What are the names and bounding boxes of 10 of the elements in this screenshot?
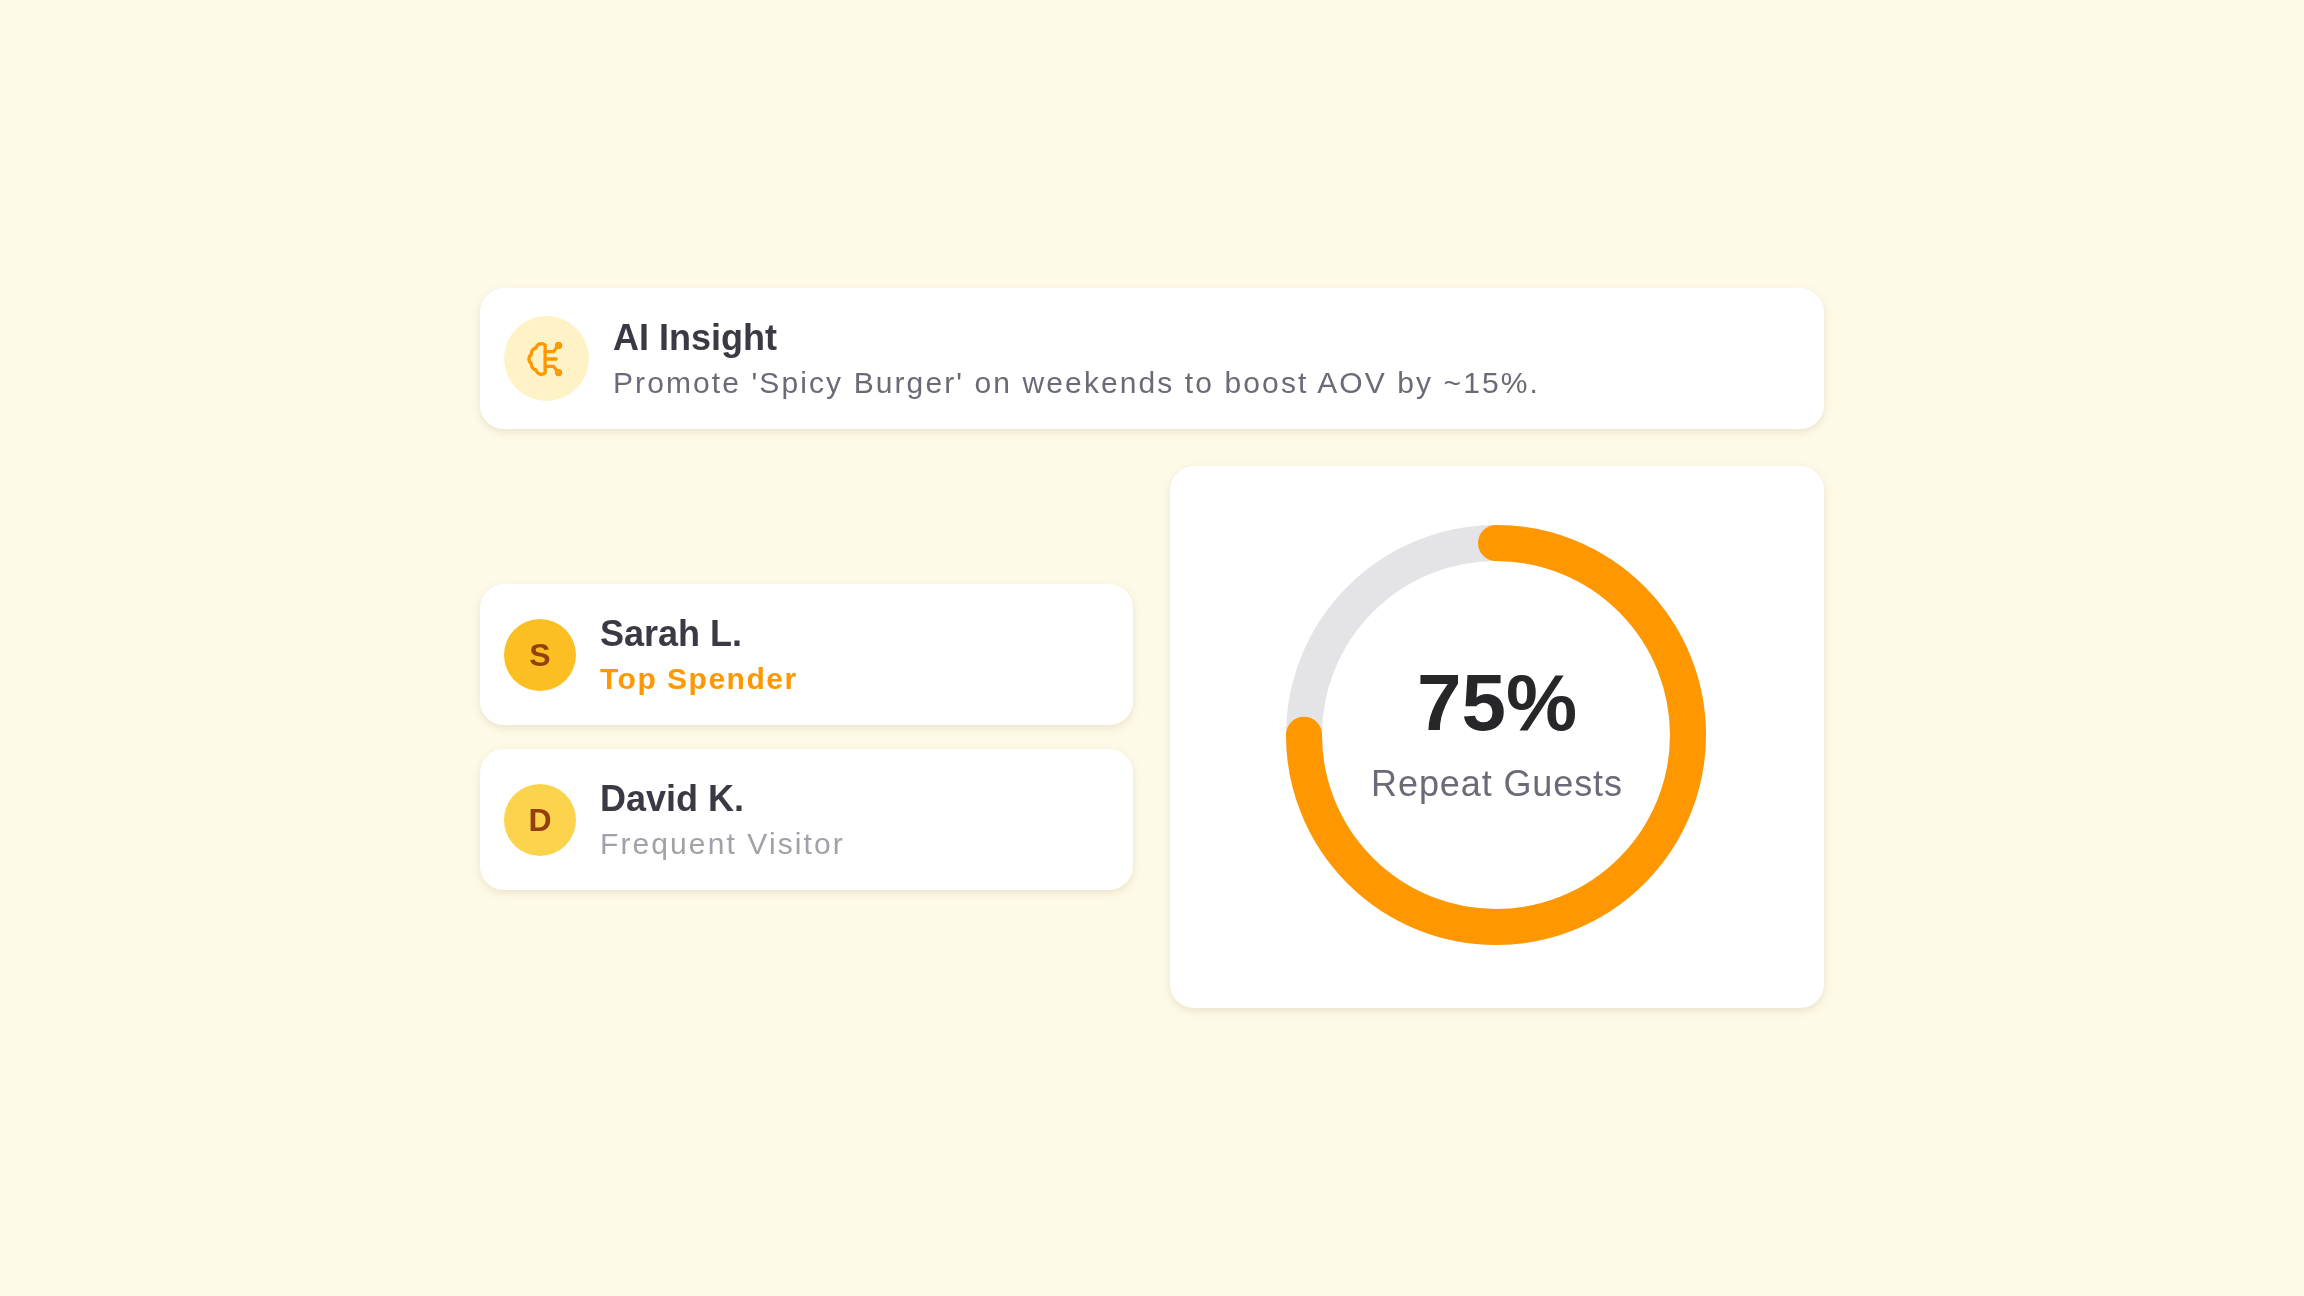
customer-name: David K. <box>600 777 746 822</box>
avatar: D <box>504 783 576 856</box>
customer-tag: Top Spender <box>600 660 798 698</box>
insight-message: Promote 'Spicy Burger' on weekends to boost AOV by ~15%. <box>613 365 1540 402</box>
customer-tag: Frequent Visitor <box>600 825 845 863</box>
customer-name: Sarah L. <box>600 612 744 657</box>
metric-label: Repeat Guests <box>1371 762 1623 806</box>
avatar: S <box>504 618 576 691</box>
metric-value: 75% <box>1416 663 1578 743</box>
insight-title: AI Insight <box>613 316 778 361</box>
